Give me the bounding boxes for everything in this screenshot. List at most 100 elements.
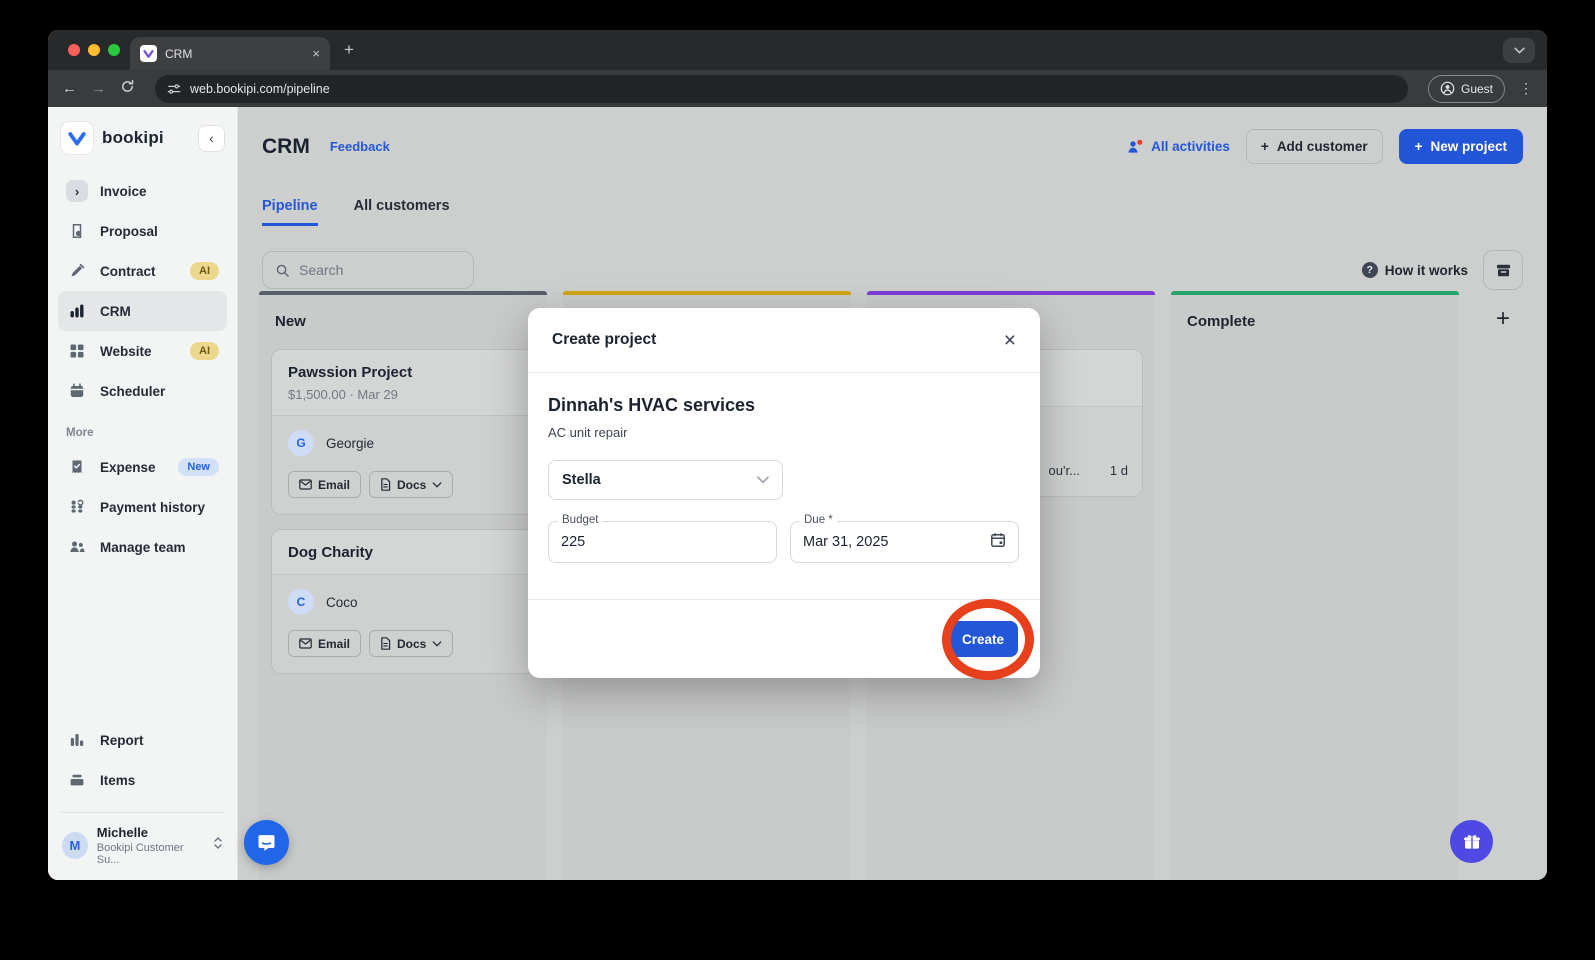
- sidebar: bookipi ‹ › Invoice Proposal Contract AI: [48, 107, 238, 880]
- forward-button[interactable]: →: [91, 80, 106, 97]
- sidebar-item-contract[interactable]: Contract AI: [58, 251, 227, 291]
- envelope-icon: [299, 479, 312, 490]
- payment-history-icon: [66, 499, 88, 515]
- due-field: Due *: [790, 514, 1019, 563]
- contract-icon: [66, 263, 88, 279]
- assignee-select[interactable]: Stella: [548, 460, 783, 500]
- more-section-label: More: [66, 427, 94, 439]
- tab-title: CRM: [165, 46, 193, 61]
- sidebar-item-crm[interactable]: CRM: [58, 291, 227, 331]
- brand-name: bookipi: [102, 128, 164, 147]
- annotation-circle: [942, 599, 1034, 680]
- close-window-button[interactable]: [68, 44, 80, 56]
- sidebar-item-report[interactable]: Report: [58, 720, 227, 760]
- url-text: web.bookipi.com/pipeline: [190, 81, 330, 96]
- maximize-window-button[interactable]: [108, 44, 120, 56]
- browser-menu-button[interactable]: ⋮: [1519, 80, 1533, 97]
- minimize-window-button[interactable]: [88, 44, 100, 56]
- tab-pipeline[interactable]: Pipeline: [262, 198, 318, 226]
- new-badge: New: [178, 458, 219, 476]
- project-card-dog-charity[interactable]: Dog Charity C Coco Email Docs: [271, 529, 535, 674]
- sidebar-item-manage-team[interactable]: Manage team: [58, 527, 227, 567]
- new-project-button[interactable]: + New project: [1398, 129, 1523, 164]
- docs-button[interactable]: Docs: [369, 630, 454, 657]
- activities-icon: [1128, 139, 1143, 153]
- sidebar-item-payment-history[interactable]: Payment history: [58, 487, 227, 527]
- profile-subtitle: Bookipi Customer Su...: [96, 842, 184, 866]
- sidebar-item-proposal[interactable]: Proposal: [58, 211, 227, 251]
- chat-icon: [258, 835, 275, 851]
- guest-label: Guest: [1460, 81, 1493, 96]
- column-complete: Complete: [1171, 291, 1459, 880]
- due-date-input[interactable]: [803, 534, 953, 550]
- sidebar-item-scheduler[interactable]: Scheduler: [58, 371, 227, 411]
- budget-input[interactable]: [561, 534, 711, 550]
- email-button[interactable]: Email: [288, 630, 362, 657]
- docs-button[interactable]: Docs: [369, 471, 454, 498]
- report-icon: [66, 732, 88, 748]
- envelope-icon: [299, 638, 312, 649]
- budget-field: Budget: [548, 514, 777, 563]
- all-activities-link[interactable]: All activities: [1127, 139, 1230, 154]
- search-box: [262, 251, 474, 289]
- browser-window: CRM × + ← → web.bookipi.com/pipeline Gue…: [48, 30, 1547, 880]
- sidebar-item-expense[interactable]: Expense New: [58, 447, 227, 487]
- tab-close-icon[interactable]: ×: [312, 46, 320, 61]
- contact-avatar: C: [288, 589, 314, 615]
- search-icon: [276, 264, 289, 277]
- back-button[interactable]: ←: [62, 80, 77, 97]
- email-button[interactable]: Email: [288, 471, 362, 498]
- archived-projects-button[interactable]: [1483, 250, 1523, 290]
- sidebar-item-invoice[interactable]: › Invoice: [58, 171, 227, 211]
- project-card-pawssion[interactable]: Pawssion Project $1,500.00 · Mar 29 G Ge…: [271, 349, 535, 515]
- calendar-icon[interactable]: [990, 532, 1006, 553]
- sidebar-collapse-button[interactable]: ‹: [198, 124, 225, 152]
- modal-close-icon[interactable]: ×: [1004, 330, 1016, 351]
- sidebar-item-website[interactable]: Website AI: [58, 331, 227, 371]
- due-label: Due *: [800, 514, 837, 526]
- project-description: AC unit repair: [548, 425, 628, 440]
- budget-label: Budget: [558, 514, 603, 526]
- profile-avatar: M: [62, 832, 88, 859]
- profile-switcher[interactable]: M Michelle Bookipi Customer Su...: [58, 823, 227, 868]
- expense-icon: [66, 459, 88, 475]
- profile-chevrons-icon: [213, 836, 223, 855]
- project-name: Dinnah's HVAC services: [548, 395, 756, 415]
- gift-icon: [1463, 834, 1480, 849]
- browser-tab[interactable]: CRM ×: [130, 37, 330, 70]
- column-new: New Pawssion Project $1,500.00 · Mar 29 …: [259, 291, 547, 880]
- bookipi-favicon-icon: [140, 45, 157, 62]
- document-icon: [381, 478, 391, 491]
- card-time: 1 d: [1109, 463, 1128, 478]
- sidebar-item-items[interactable]: Items: [58, 760, 227, 800]
- window-controls: [68, 44, 120, 56]
- add-column-button[interactable]: +: [1475, 291, 1531, 880]
- reload-button[interactable]: [120, 79, 135, 98]
- manage-team-icon: [66, 539, 88, 555]
- url-bar[interactable]: web.bookipi.com/pipeline: [155, 74, 1408, 103]
- tab-all-customers[interactable]: All customers: [354, 198, 450, 226]
- how-it-works-link[interactable]: ? How it works: [1361, 262, 1468, 278]
- guest-profile-button[interactable]: Guest: [1427, 74, 1505, 103]
- chevron-down-icon: [432, 640, 442, 647]
- profile-name: Michelle: [96, 825, 149, 840]
- archive-icon: [1496, 264, 1510, 276]
- chevron-down-icon: [757, 471, 769, 489]
- page-title: CRM: [262, 134, 310, 158]
- scheduler-icon: [66, 383, 88, 399]
- new-tab-button[interactable]: +: [344, 40, 354, 60]
- website-icon: [66, 343, 88, 359]
- question-icon: ?: [1361, 262, 1378, 278]
- chat-support-button[interactable]: [244, 820, 289, 865]
- search-input[interactable]: [299, 262, 439, 278]
- ai-badge: AI: [190, 342, 219, 360]
- card-snippet: ou'r...: [1048, 463, 1080, 478]
- tab-search-chevron-button[interactable]: [1503, 38, 1535, 63]
- add-customer-button[interactable]: + Add customer: [1245, 129, 1383, 164]
- plus-icon: +: [1260, 139, 1269, 154]
- person-icon: [1440, 81, 1455, 96]
- feedback-link[interactable]: Feedback: [330, 139, 390, 154]
- rewards-button[interactable]: [1450, 820, 1493, 863]
- invoice-icon: ›: [66, 180, 88, 202]
- document-icon: [381, 637, 391, 650]
